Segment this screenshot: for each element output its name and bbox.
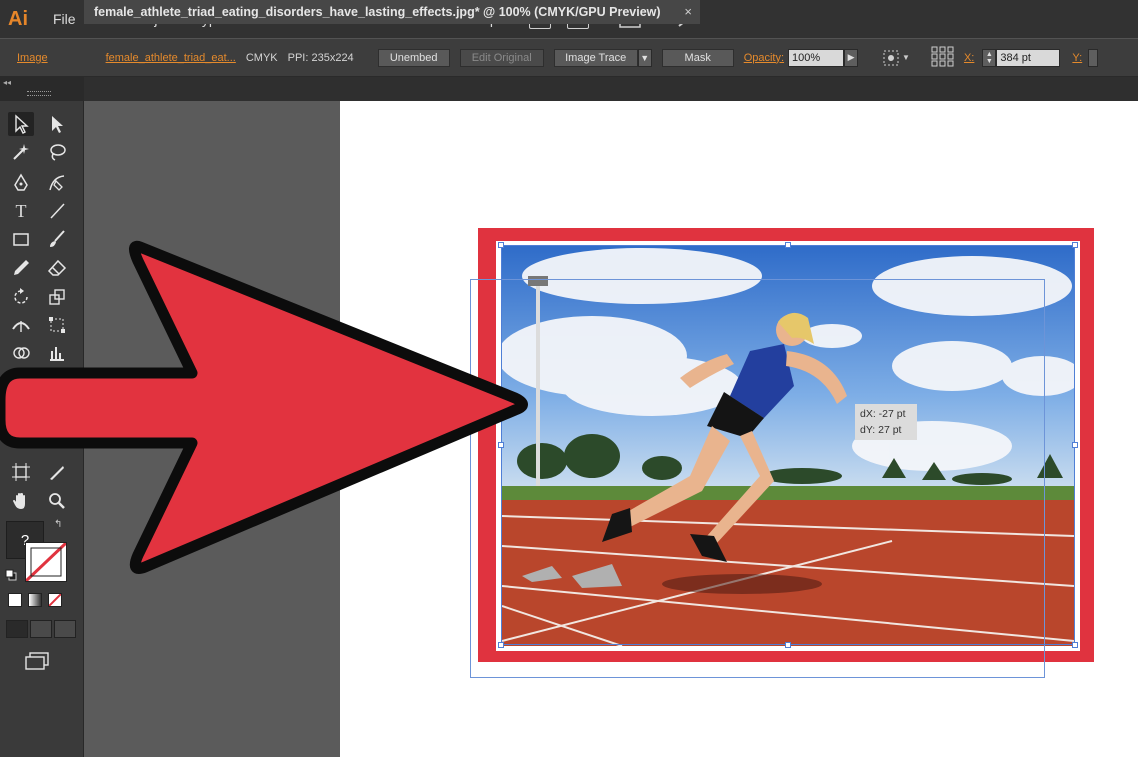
handle-top-center[interactable] [785, 242, 791, 248]
type-tool-icon[interactable]: T [8, 199, 34, 223]
opacity-input[interactable]: 100% [788, 48, 845, 67]
y-stepper-icon[interactable] [1088, 48, 1099, 67]
none-mode-icon[interactable] [48, 593, 62, 607]
x-stepper-icon[interactable]: ▲ ▼ [982, 48, 997, 67]
control-bar: Image female_athlete_triad_eat... CMYK P… [0, 39, 1138, 77]
draw-behind-icon[interactable] [30, 620, 52, 638]
handle-top-right[interactable] [1072, 242, 1078, 248]
ppi-label: PPI: 235x224 [287, 51, 354, 64]
document-tab-bar [0, 77, 1138, 101]
draw-inside-icon[interactable] [54, 620, 76, 638]
magic-wand-tool-icon[interactable] [8, 140, 34, 164]
handle-bottom-center[interactable] [785, 642, 791, 648]
tools-panel-header[interactable]: ◂◂ [0, 77, 84, 101]
opacity-link[interactable]: Opacity: [744, 52, 784, 64]
object-type-link[interactable]: Image [17, 52, 48, 64]
selection-tool-icon[interactable] [8, 112, 34, 136]
handle-bottom-right[interactable] [1072, 642, 1078, 648]
line-tool-icon[interactable] [44, 199, 70, 223]
document-tab-title: female_athlete_triad_eating_disorders_ha… [94, 5, 661, 19]
edit-original-button[interactable]: Edit Original [459, 48, 544, 67]
color-mode-icon[interactable] [8, 593, 22, 607]
linked-file-link[interactable]: female_athlete_triad_eat... [106, 52, 236, 64]
red-arrow-overlay [0, 240, 528, 574]
direct-selection-tool-icon[interactable] [44, 112, 70, 136]
selection-bounding-box[interactable] [501, 245, 1075, 645]
gradient-mode-icon[interactable] [28, 593, 42, 607]
menu-file[interactable]: File [44, 11, 85, 27]
lasso-tool-icon[interactable] [44, 140, 70, 164]
screen-mode-icon[interactable] [24, 651, 50, 674]
handle-middle-right[interactable] [1072, 442, 1078, 448]
collapse-panel-icon[interactable]: ◂◂ [3, 78, 11, 87]
reference-point-icon[interactable] [930, 45, 954, 70]
image-trace-button[interactable]: Image Trace [553, 48, 638, 67]
recolor-icon[interactable]: ▼ [882, 49, 910, 67]
y-link[interactable]: Y: [1072, 52, 1082, 64]
curvature-tool-icon[interactable] [44, 171, 70, 195]
dy-value: dY: 27 pt [860, 424, 902, 436]
opacity-arrow-icon[interactable]: ▶ [844, 48, 859, 67]
image-trace-dropdown-icon[interactable]: ▼ [637, 48, 652, 67]
document-tab[interactable]: female_athlete_triad_eating_disorders_ha… [84, 0, 700, 24]
x-input[interactable]: 384 pt [996, 48, 1061, 67]
x-link[interactable]: X: [964, 52, 974, 64]
panel-grip-icon[interactable] [27, 91, 51, 96]
handle-bottom-left[interactable] [498, 642, 504, 648]
draw-normal-icon[interactable] [6, 620, 28, 638]
drag-offset-tooltip: dX: -27 pt dY: 27 pt [855, 404, 917, 440]
app-logo: Ai [8, 7, 28, 30]
pen-tool-icon[interactable] [8, 171, 34, 195]
unembed-button[interactable]: Unembed [377, 48, 450, 67]
close-tab-icon[interactable]: × [684, 4, 692, 19]
dx-value: dX: -27 pt [860, 408, 906, 420]
color-mode-label: CMYK [245, 51, 278, 64]
mask-button[interactable]: Mask [661, 48, 734, 67]
